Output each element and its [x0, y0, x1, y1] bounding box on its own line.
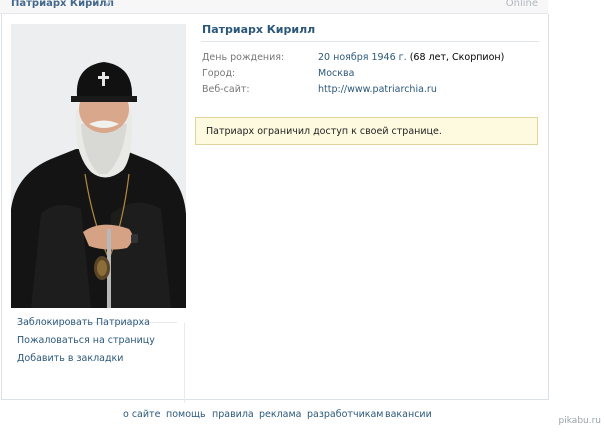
birthday-age: (68 лет, Скорпион) [406, 52, 505, 63]
left-vertical-divider [184, 323, 185, 403]
notice-text: Патриарх ограничил доступ к своей страни… [206, 126, 442, 137]
footer-rules-link[interactable]: правила [212, 409, 254, 420]
profile-photo-image [11, 24, 186, 308]
footer-about-link[interactable]: о сайте [123, 409, 160, 420]
name-divider [201, 41, 539, 42]
city-link[interactable]: Москва [318, 68, 354, 79]
profile-name: Патриарх Кирилл [202, 23, 316, 36]
footer-developers-link[interactable]: разработчикам [307, 409, 383, 420]
watermark: pikabu.ru [558, 416, 601, 426]
footer-help-link[interactable]: помощь [166, 409, 206, 420]
birthday-label: День рождения: [202, 52, 285, 63]
access-restricted-notice: Патриарх ограничил доступ к своей страни… [195, 117, 538, 145]
verified-check-icon: ✔ [104, 0, 114, 10]
city-value: Москва [318, 68, 354, 79]
city-label: Город: [202, 68, 236, 79]
birthday-date-link[interactable]: 20 ноября 1946 г. [318, 52, 407, 63]
website-value: http://www.patriarchia.ru [318, 84, 437, 95]
header-name[interactable]: Патриарх Кирилл [11, 0, 114, 9]
website-label: Веб-сайт: [202, 84, 250, 95]
online-status: Online [505, 0, 538, 9]
profile-frame: Заблокировать Патриарха Пожаловаться на … [1, 14, 549, 403]
bookmark-link[interactable]: Добавить в закладки [17, 353, 123, 364]
footer-ads-link[interactable]: реклама [259, 409, 302, 420]
website-link[interactable]: http://www.patriarchia.ru [318, 84, 437, 95]
top-bar: Патриарх Кирилл ✔ Online [0, 0, 548, 14]
block-link[interactable]: Заблокировать Патриарха [17, 317, 150, 328]
footer-jobs-link[interactable]: вакансии [385, 409, 432, 420]
birthday-value: 20 ноября 1946 г. (68 лет, Скорпион) [318, 52, 504, 63]
profile-photo[interactable] [11, 24, 186, 308]
report-page-link[interactable]: Пожаловаться на страницу [17, 335, 155, 346]
